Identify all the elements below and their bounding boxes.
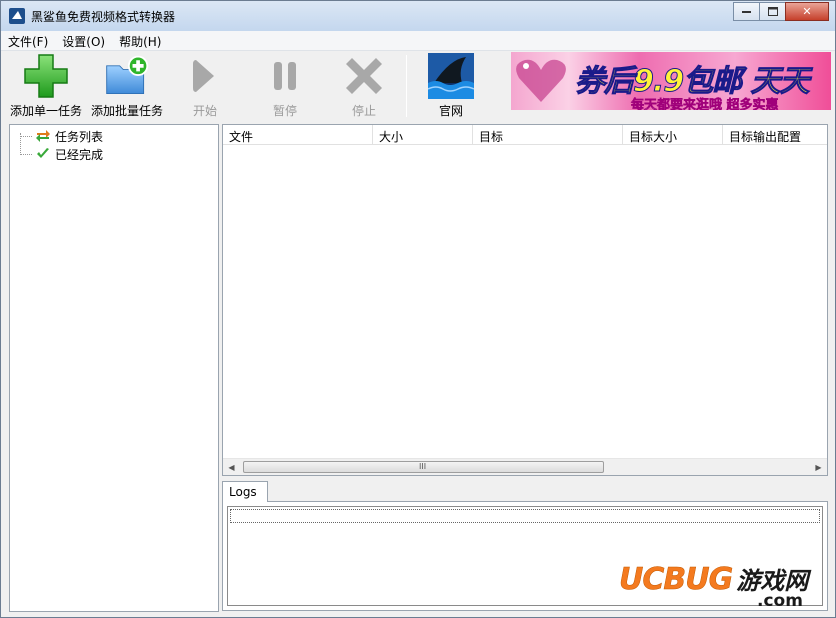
tree-item-label: 已经完成: [55, 147, 104, 162]
add-batch-task-button[interactable]: 添加批量任务: [91, 53, 163, 121]
close-icon: ✕: [802, 5, 812, 18]
tree-item-label: 任务列表: [55, 129, 104, 144]
col-header-target[interactable]: 目标: [473, 125, 623, 145]
pause-button[interactable]: 暂停: [261, 53, 309, 121]
checkmark-icon: [37, 148, 49, 158]
add-single-task-label: 添加单一任务: [10, 104, 83, 118]
tree-item-completed[interactable]: 已经完成: [20, 145, 103, 163]
start-label: 开始: [192, 104, 217, 118]
col-header-size[interactable]: 大小: [373, 125, 473, 145]
watermark-domain: .com: [757, 591, 803, 611]
maximize-icon: [767, 7, 778, 16]
horizontal-scrollbar[interactable]: ◀ III ▶: [223, 458, 827, 475]
col-header-target-config[interactable]: 目标输出配置: [723, 125, 827, 145]
scroll-left-icon[interactable]: ◀: [223, 459, 240, 475]
scroll-grip: III: [419, 462, 427, 471]
stop-label: 停止: [351, 104, 376, 118]
website-label: 官网: [438, 104, 463, 118]
minimize-icon: [742, 10, 751, 13]
shark-app-icon: [9, 8, 25, 24]
window-controls: ✕: [733, 2, 829, 21]
list-header: 文件 大小 目标 目标大小 目标输出配置: [223, 125, 827, 145]
scroll-thumb[interactable]: III: [243, 461, 604, 473]
toolbar: 添加单一任务 添加批量任务 开始 暂停 停止 官网 券后9.9包邮 天天 每天都…: [1, 51, 835, 123]
play-icon: [181, 53, 229, 99]
window-title: 黑鲨鱼免费视频格式转换器: [31, 10, 176, 24]
site-watermark: UCBUG 游戏网 .com: [619, 561, 808, 611]
shark-logo-icon: [427, 53, 475, 99]
close-button[interactable]: ✕: [785, 2, 829, 21]
start-button[interactable]: 开始: [181, 53, 229, 121]
pause-icon: [261, 53, 309, 99]
watermark-brand: UCBUG: [619, 562, 734, 598]
tab-logs[interactable]: Logs: [222, 481, 268, 502]
add-single-task-button[interactable]: 添加单一任务: [10, 53, 82, 121]
heart-decor-icon: [516, 59, 566, 102]
ad-banner[interactable]: 券后9.9包邮 天天 每天都要来逛哦 超多实惠: [511, 52, 831, 110]
ad-subline: 每天都要来逛哦 超多实惠: [631, 98, 779, 110]
menu-settings[interactable]: 设置(O): [55, 31, 112, 50]
title-bar[interactable]: 黑鲨鱼免费视频格式转换器 ✕: [1, 1, 835, 31]
col-header-file[interactable]: 文件: [223, 125, 373, 145]
pause-label: 暂停: [272, 104, 297, 118]
tree-item-task-list[interactable]: 任务列表: [20, 127, 103, 145]
app-window: 黑鲨鱼免费视频格式转换器 ✕ 文件(F) 设置(O) 帮助(H) 添加单一任务 …: [0, 0, 836, 618]
menu-bar: 文件(F) 设置(O) 帮助(H): [1, 31, 835, 51]
menu-file[interactable]: 文件(F): [1, 31, 55, 50]
maximize-button[interactable]: [759, 2, 786, 21]
toolbar-separator: [406, 55, 407, 117]
scroll-right-icon[interactable]: ▶: [810, 459, 827, 475]
website-button[interactable]: 官网: [427, 53, 475, 121]
green-plus-icon: [22, 53, 70, 99]
stop-button[interactable]: 停止: [340, 53, 388, 121]
add-batch-task-label: 添加批量任务: [91, 104, 164, 118]
swap-arrows-icon: [36, 130, 50, 142]
task-list: 文件 大小 目标 目标大小 目标输出配置 ◀ III ▶: [222, 124, 828, 476]
logs-focus-line: [230, 509, 820, 523]
stop-x-icon: [340, 53, 388, 99]
col-header-target-size[interactable]: 目标大小: [623, 125, 723, 145]
minimize-button[interactable]: [733, 2, 760, 21]
folder-add-icon: [103, 53, 151, 99]
menu-help[interactable]: 帮助(H): [112, 31, 168, 50]
task-tree: 任务列表 已经完成: [9, 124, 219, 612]
